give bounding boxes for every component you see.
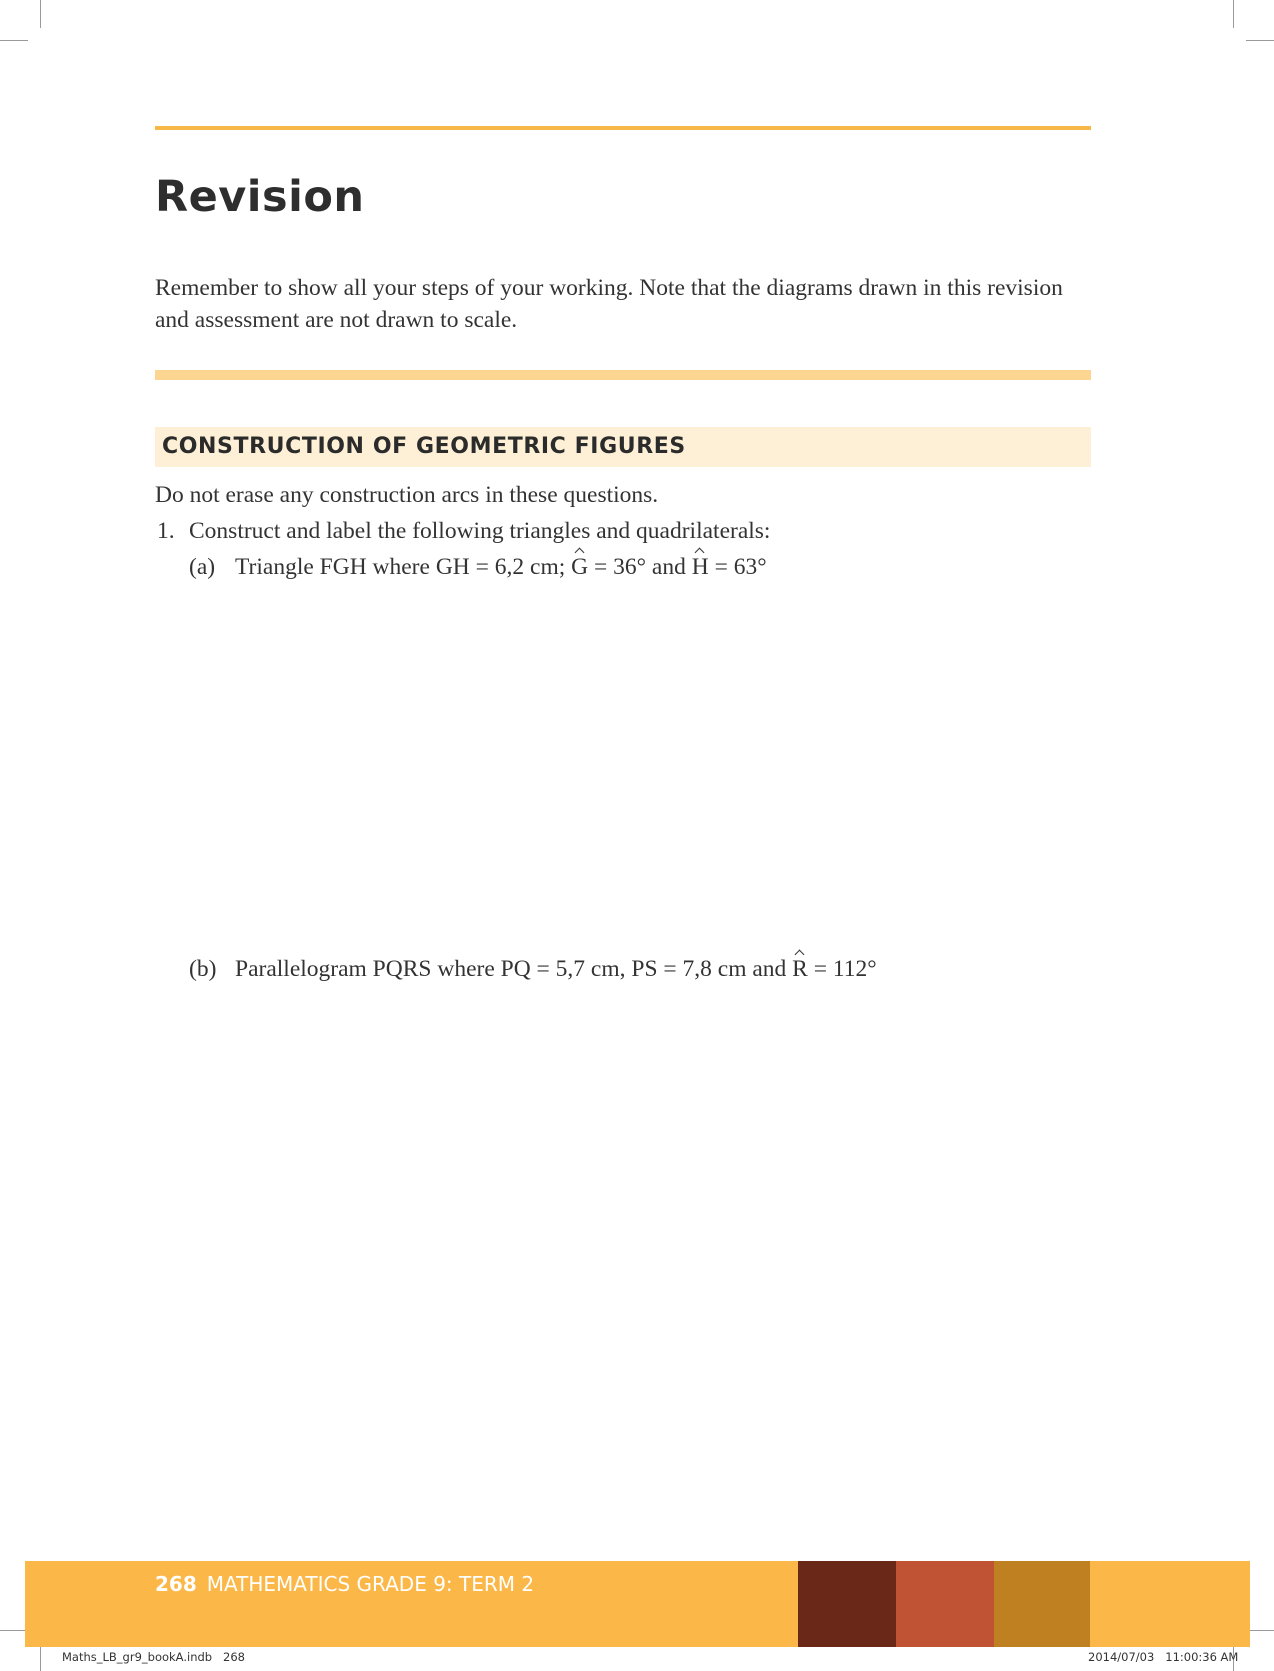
- part-b-label: (b): [189, 956, 217, 982]
- crop-mark: [40, 1643, 41, 1671]
- intro-paragraph: Remember to show all your steps of your …: [155, 275, 1063, 333]
- crop-mark: [1246, 40, 1274, 41]
- crop-mark: [0, 1630, 28, 1631]
- page-number: 268: [155, 1572, 197, 1596]
- angle-hat-h: H: [691, 554, 709, 580]
- question-number: 1.: [157, 518, 175, 544]
- instruction-text: Do not erase any construction arcs in th…: [155, 482, 659, 508]
- footer-swatch-ochre: [994, 1561, 1090, 1647]
- footer-running-head: 268 MATHEMATICS GRADE 9: TERM 2: [155, 1572, 534, 1596]
- running-title: MATHEMATICS GRADE 9: TERM 2: [206, 1572, 535, 1596]
- angle-hat-r: R: [792, 956, 808, 982]
- angle-hat-g: G: [571, 554, 589, 580]
- page-title: Revision: [155, 172, 365, 222]
- crop-mark: [1233, 0, 1234, 28]
- part-a-label: (a): [189, 554, 216, 580]
- question-text: Construct and label the following triang…: [189, 518, 771, 544]
- footer-swatch-red: [896, 1561, 994, 1647]
- top-rule: [155, 126, 1091, 130]
- part-a-text: Triangle FGH where GH = 6,2 cm; G = 36° …: [235, 554, 767, 580]
- divider-band: [155, 370, 1091, 380]
- slug-filename: Maths_LB_gr9_bookA.indb 268: [62, 1650, 246, 1664]
- slug-timestamp: 2014/07/03 11:00:36 AM: [1088, 1650, 1239, 1664]
- crop-mark: [0, 40, 28, 41]
- crop-mark: [40, 0, 41, 28]
- section-title: CONSTRUCTION OF GEOMETRIC FIGURES: [162, 434, 686, 459]
- crop-mark: [1246, 1630, 1274, 1631]
- footer-swatch-brown: [798, 1561, 896, 1647]
- part-b-text: Parallelogram PQRS where PQ = 5,7 cm, PS…: [235, 956, 877, 982]
